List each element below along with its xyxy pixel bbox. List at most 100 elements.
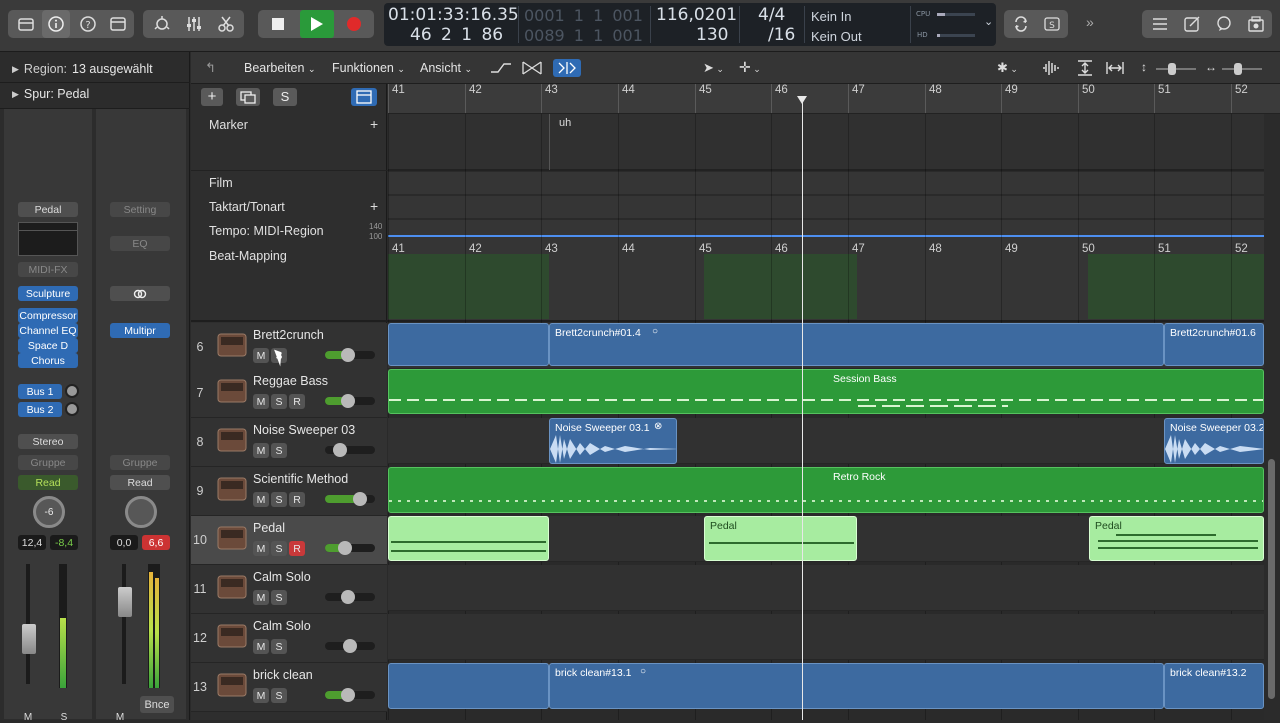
disclosure-triangle-icon[interactable]: ▶ bbox=[12, 64, 19, 75]
volume-fader[interactable] bbox=[22, 624, 36, 654]
playhead[interactable] bbox=[797, 96, 807, 720]
eq-slot[interactable]: EQ bbox=[110, 236, 170, 251]
tempo-line[interactable] bbox=[388, 235, 1264, 237]
audio-region[interactable] bbox=[388, 323, 549, 366]
record-enable-button[interactable]: R bbox=[289, 541, 305, 556]
mute-button[interactable]: M bbox=[253, 394, 269, 409]
mute-button[interactable]: M bbox=[253, 492, 269, 507]
help-icon[interactable]: ? bbox=[74, 10, 102, 38]
mixer-icon[interactable] bbox=[179, 10, 209, 38]
insert-slot-2[interactable]: Channel EQ bbox=[18, 323, 78, 338]
midi-region[interactable]: Retro Rock bbox=[388, 467, 1264, 513]
setting-slot[interactable]: Setting bbox=[110, 202, 170, 217]
list-editors-icon[interactable] bbox=[1146, 10, 1174, 38]
audio-region[interactable]: Noise Sweeper 03.2 bbox=[1164, 418, 1264, 464]
play-icon[interactable] bbox=[300, 10, 334, 38]
insert-slot-multipressor[interactable]: Multipr bbox=[110, 323, 170, 338]
marker-item[interactable]: uh bbox=[559, 117, 571, 129]
track-name[interactable]: Noise Sweeper 03 bbox=[253, 423, 355, 437]
track-header[interactable]: 8 Noise Sweeper 03 M S bbox=[191, 418, 387, 467]
fit-horizontal-icon[interactable] bbox=[1105, 59, 1125, 77]
pan-knob[interactable]: -6 bbox=[33, 496, 65, 528]
solo-button[interactable]: S bbox=[271, 443, 287, 458]
solo-button[interactable]: S bbox=[271, 492, 287, 507]
track-name[interactable]: Brett2crunch bbox=[253, 328, 324, 342]
region-inspector-header[interactable]: ▶ Region: 13 ausgewählt bbox=[0, 56, 190, 82]
mute-button[interactable]: M bbox=[253, 688, 269, 703]
marker-lane[interactable]: uh bbox=[388, 114, 1264, 170]
cycle-icon[interactable] bbox=[1006, 10, 1036, 38]
midi-region-selected[interactable]: Pedal bbox=[1089, 516, 1264, 561]
track-volume-slider[interactable] bbox=[325, 590, 375, 604]
audio-region[interactable]: Brett2crunch#01.6 bbox=[1164, 323, 1264, 366]
inspector-icon[interactable] bbox=[42, 10, 70, 38]
more-icon[interactable]: » bbox=[1086, 14, 1094, 30]
tempo-lane[interactable] bbox=[388, 220, 1264, 244]
track-lane[interactable] bbox=[388, 565, 1264, 611]
lcd-display[interactable]: 01:01:33:16.35 46 2 1 86 0001 1 1 001 00… bbox=[384, 3, 996, 46]
scroll-thumb[interactable] bbox=[1268, 459, 1275, 699]
track-header[interactable]: 6 Brett2crunch M S bbox=[191, 323, 387, 372]
record-enable-button[interactable]: R bbox=[289, 394, 305, 409]
solo-mode-icon[interactable]: S bbox=[1038, 10, 1066, 38]
fit-vertical-icon[interactable] bbox=[1075, 59, 1095, 77]
catch-playhead-icon[interactable] bbox=[553, 59, 581, 77]
eq-thumbnail[interactable] bbox=[18, 222, 78, 256]
add-marker-button[interactable]: + bbox=[370, 116, 378, 132]
menu-functions[interactable]: Funktionen ⌄ bbox=[332, 61, 405, 75]
vertical-zoom-slider[interactable] bbox=[1156, 63, 1196, 75]
track-volume-slider[interactable] bbox=[325, 348, 375, 362]
library-icon[interactable] bbox=[12, 10, 40, 38]
bounce-button[interactable]: Bnce bbox=[140, 696, 174, 713]
global-solo-button[interactable]: S bbox=[273, 88, 297, 106]
automation-curve-icon[interactable] bbox=[489, 59, 513, 77]
chevron-down-icon[interactable]: ⌄ bbox=[984, 15, 993, 28]
track-inspector-header[interactable]: ▶ Spur: Pedal bbox=[0, 81, 190, 107]
notepad-icon[interactable] bbox=[1178, 10, 1206, 38]
pointer-tool-icon[interactable]: ➤ ⌄ bbox=[703, 60, 724, 76]
midi-region-selected[interactable]: Pedal bbox=[704, 516, 857, 561]
record-enable-button[interactable]: R bbox=[289, 492, 305, 507]
signature-lane[interactable] bbox=[388, 196, 1264, 218]
mute-button[interactable]: M bbox=[253, 590, 269, 605]
track-name[interactable]: brick clean bbox=[253, 668, 313, 682]
track-header[interactable]: 12 Calm Solo M S bbox=[191, 614, 387, 663]
horizontal-zoom-slider[interactable] bbox=[1222, 63, 1262, 75]
track-name[interactable]: Pedal bbox=[253, 521, 285, 535]
solo-button[interactable]: S bbox=[271, 639, 287, 654]
browser-icon[interactable] bbox=[1242, 10, 1270, 38]
pan-knob[interactable] bbox=[125, 496, 157, 528]
track-header[interactable]: 7 Reggae Bass M S R bbox=[191, 369, 387, 418]
track-header[interactable]: 9 Scientific Method M S R bbox=[191, 467, 387, 516]
track-header[interactable]: 11 Calm Solo M S bbox=[191, 565, 387, 614]
toolbar-icon[interactable] bbox=[104, 10, 132, 38]
midi-fx-slot[interactable]: MIDI-FX bbox=[18, 262, 78, 277]
mute-button[interactable]: M bbox=[253, 348, 269, 363]
vertical-scrollbar[interactable] bbox=[1264, 114, 1280, 720]
insert-slot-1[interactable]: Compressor bbox=[18, 308, 78, 323]
track-header[interactable]: 13 brick clean M S bbox=[191, 663, 387, 712]
midi-region[interactable]: Session Bass bbox=[388, 369, 1264, 414]
beatmapping-lane[interactable]: 41 42 43 44 45 46 47 48 49 50 51 52 bbox=[388, 243, 1264, 320]
bar-ruler[interactable]: 41 42 43 44 45 46 47 48 49 50 51 52 bbox=[388, 84, 1280, 114]
track-volume-slider[interactable] bbox=[325, 541, 375, 555]
track-volume-slider[interactable] bbox=[325, 492, 375, 506]
track-name[interactable]: Reggae Bass bbox=[253, 374, 328, 388]
smart-controls-icon[interactable] bbox=[147, 10, 177, 38]
back-icon[interactable]: ↰ bbox=[205, 60, 216, 76]
track-header[interactable]: 10 Pedal M S R bbox=[191, 516, 387, 565]
group-slot[interactable]: Gruppe bbox=[110, 455, 170, 470]
insert-slot-3[interactable]: Space D bbox=[18, 338, 78, 353]
track-lane[interactable] bbox=[388, 614, 1264, 660]
track-volume-slider[interactable] bbox=[325, 688, 375, 702]
automation-mode[interactable]: Read bbox=[18, 475, 78, 490]
track-volume-slider[interactable] bbox=[325, 443, 375, 457]
solo-button[interactable]: S bbox=[271, 688, 287, 703]
track-lane[interactable] bbox=[388, 418, 1264, 464]
link-icon[interactable] bbox=[110, 286, 170, 301]
add-signature-button[interactable]: + bbox=[370, 198, 378, 214]
instrument-slot[interactable]: Sculpture bbox=[18, 286, 78, 301]
global-tracks-icon[interactable] bbox=[351, 88, 377, 106]
record-icon[interactable] bbox=[338, 10, 370, 38]
track-name[interactable]: Scientific Method bbox=[253, 472, 348, 486]
